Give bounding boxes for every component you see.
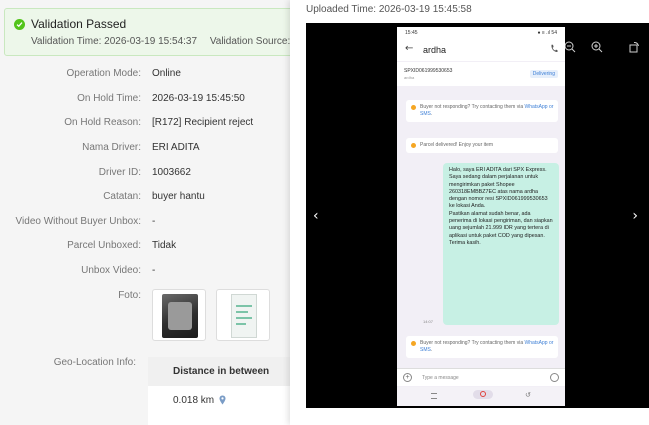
- emoji-icon: [550, 373, 559, 382]
- info-dot-icon: [411, 105, 416, 110]
- delivery-status-badge: Delivering: [529, 70, 558, 78]
- system-message-delivered: Parcel delivered! Enjoy your item: [406, 138, 558, 153]
- zoom-out-icon[interactable]: [564, 40, 576, 53]
- field-notes: Catatan: buyer hantu: [103, 191, 205, 202]
- info-dot-icon: [411, 341, 416, 346]
- field-on-hold-reason: On Hold Reason: [R172] Recipient reject: [64, 117, 254, 128]
- field-unbox-video: Unbox Video: -: [81, 265, 156, 276]
- info-dot-icon: [411, 143, 416, 148]
- uploaded-time: Uploaded Time: 2026-03-19 15:45:58: [306, 4, 472, 15]
- field-driver-id: Driver ID: 1003662: [98, 167, 191, 178]
- message-composer: + Type a message: [397, 368, 565, 386]
- system-message-contact-2: Buyer not responding? Try contacting the…: [406, 336, 558, 358]
- chat-header: ← ardha: [397, 39, 565, 61]
- home-icon: [473, 390, 493, 399]
- validation-source: Validation Source: Syst: [209, 36, 300, 47]
- zoom-in-icon[interactable]: [591, 40, 603, 53]
- phone-icon: [551, 44, 558, 53]
- image-stage: ‹ › 15:45 ● ≡ .ıl 54 ← ardha SPXID061999…: [306, 23, 649, 408]
- chat-contact-name: ardha: [423, 45, 447, 55]
- tracking-id: SPXID061999530653: [404, 68, 453, 74]
- rotate-icon[interactable]: [628, 40, 640, 53]
- geo-location-table: Distance in between 0.018 km: [148, 357, 300, 425]
- field-operation-mode: Operation Mode: Online: [66, 68, 181, 79]
- message-time: 14:07: [423, 319, 434, 324]
- photo-viewer-panel: Uploaded Time: 2026-03-19 15:45:58 ‹ › 1…: [290, 0, 649, 425]
- geo-table-header: Distance in between: [148, 357, 300, 386]
- next-image-arrow-icon[interactable]: ›: [632, 208, 638, 224]
- tracking-info-bar: SPXID061999530653 ardha Delivering: [397, 62, 565, 86]
- recents-icon: [431, 393, 437, 399]
- location-pin-icon[interactable]: [219, 395, 226, 408]
- chat-screenshot-image: 15:45 ● ≡ .ıl 54 ← ardha SPXID0619995306…: [397, 27, 565, 406]
- validation-title: Validation Passed: [31, 17, 127, 31]
- geo-distance: 0.018 km: [173, 395, 226, 408]
- tracking-recipient: ardha: [404, 75, 415, 80]
- validation-time: Validation Time: 2026-03-19 15:54:37: [31, 36, 198, 47]
- field-driver-name: Nama Driver: ERI ADITA: [82, 142, 200, 153]
- back-nav-icon: ↺: [525, 391, 531, 399]
- prev-image-arrow-icon[interactable]: ‹: [313, 208, 319, 224]
- message-placeholder: Type a message: [422, 375, 459, 381]
- phone-status-bar: 15:45 ● ≡ .ıl 54: [397, 27, 565, 39]
- photo-thumbnail-parcel[interactable]: [152, 289, 206, 341]
- system-message-contact: Buyer not responding? Try contacting the…: [406, 100, 558, 122]
- check-circle-icon: [14, 19, 25, 30]
- back-arrow-icon: ←: [405, 43, 414, 54]
- plus-icon: +: [403, 373, 412, 382]
- driver-message-bubble: Halo, saya ERI ADITA dari SPX Express. S…: [443, 163, 559, 325]
- photo-thumbnail-chat[interactable]: [216, 289, 270, 341]
- order-detail-panel: Validation Passed Validation Time: 2026-…: [0, 0, 300, 425]
- validation-banner: Validation Passed Validation Time: 2026-…: [4, 8, 300, 56]
- validation-meta: Validation Time: 2026-03-19 15:54:37 Val…: [31, 36, 300, 47]
- field-parcel-unboxed: Parcel Unboxed: Tidak: [67, 240, 177, 251]
- field-on-hold-time: On Hold Time: 2026-03-19 15:45:50: [77, 93, 245, 104]
- phone-nav-bar: ↺: [397, 387, 565, 406]
- field-video-without-buyer: Video Without Buyer Unbox: -: [15, 216, 156, 227]
